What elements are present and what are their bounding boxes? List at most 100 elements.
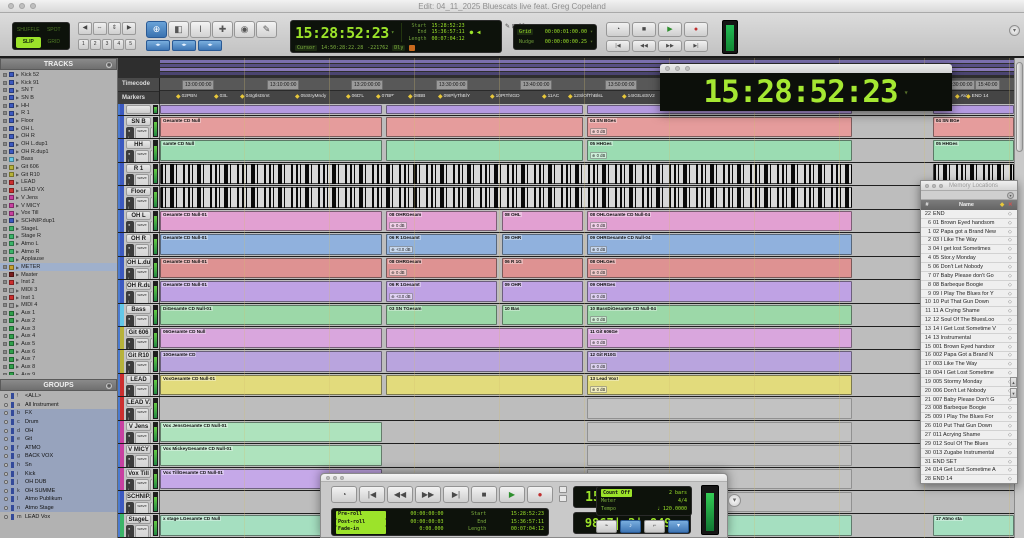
track-name-button[interactable]: R 1 [126, 164, 151, 173]
track-show-icon[interactable] [3, 357, 7, 361]
track-show-icon[interactable] [3, 111, 7, 115]
memory-location-marker-icon[interactable]: ◇ [1008, 441, 1017, 447]
track-show-icon[interactable] [3, 119, 7, 123]
track-name-button[interactable]: OH R [126, 234, 151, 243]
group-enable-icon[interactable] [4, 472, 8, 476]
track-header-OH R.dup1[interactable]: OH R.dup1● I S Mwaveread [118, 280, 160, 302]
marker-diamond-icon[interactable]: ◆ [438, 93, 443, 100]
memory-location-marker-icon[interactable]: ◇ [1008, 229, 1017, 235]
tempo-label[interactable]: Tempo [601, 505, 616, 513]
sidebar-track-midi-3[interactable]: ▶MIDI 3 [0, 286, 117, 294]
transport-titlebar[interactable] [321, 474, 727, 482]
lane-clip-area[interactable]: VoxGesamte CD Null-0113 Lead Vox!⊕ 0 dB1… [160, 374, 1014, 396]
tempo-meter-display[interactable]: Count Off2 bars Meter4/4 Tempo♩ 120.0000 [596, 486, 692, 516]
toolbar-transport-1[interactable]: ■ [632, 22, 656, 37]
marker-diamond-icon[interactable]: ◆ [214, 93, 219, 100]
trim-tool[interactable]: ◧ [168, 21, 189, 38]
link-selection-button[interactable]: ◂▸ [172, 40, 196, 51]
lane-clip-area[interactable]: Vox MickeyGesamte CD Null-01 [160, 444, 1014, 466]
audio-clip[interactable]: 06 R 1Gesamt⊕ +3.0 dB [386, 281, 497, 301]
marker-14igtlstsv2[interactable]: ◆14IGtLstSV2 [622, 93, 655, 100]
automation-read-button[interactable]: read [150, 408, 152, 419]
group-enable-icon[interactable] [4, 480, 8, 484]
zoom-preset-5[interactable]: 5 [125, 39, 136, 50]
marker-diamond-icon[interactable]: ◆ [622, 93, 627, 100]
record-solo-mute-buttons[interactable]: ● I S M [126, 150, 134, 161]
memory-location-row[interactable]: 31END SET◇ [921, 458, 1017, 467]
record-button[interactable]: ● [527, 486, 553, 503]
memory-location-row[interactable]: 203 I Like The Way◇ [921, 237, 1017, 246]
pre-post-roll-display[interactable]: Pre-roll 00:00:00:00 Start 15:28:52:23 P… [331, 508, 549, 536]
memory-location-row[interactable]: 24014 Get Lost Sometime A◇ [921, 466, 1017, 475]
scroll-up-icon[interactable]: ▲ [1010, 377, 1017, 387]
memory-location-marker-icon[interactable]: ◇ [1008, 308, 1017, 314]
audio-clip[interactable]: 06 R 1G [502, 258, 583, 278]
sidebar-track-sn-t[interactable]: ▶SN T [0, 86, 117, 94]
group-enable-icon[interactable] [4, 446, 8, 450]
tab-transient-button[interactable]: ◂▸ [146, 40, 170, 51]
pencil-tool[interactable]: ✎ [256, 21, 277, 38]
main-counter-display[interactable]: 15:28:52:23 ▾ Start 15:28:52:23 End 15:3… [290, 20, 502, 53]
audio-clip[interactable]: 05 HHGes⊕ 0 dB [587, 140, 852, 160]
automation-read-button[interactable]: read [150, 432, 152, 443]
sidebar-track-v-jens[interactable]: ▶V Jens [0, 194, 117, 202]
marker-diamond-icon[interactable]: ◆ [295, 93, 300, 100]
track-show-icon[interactable] [3, 180, 7, 184]
track-show-icon[interactable] [3, 173, 7, 177]
audio-clip[interactable] [160, 105, 382, 114]
group-atmo-publikum[interactable]: lAtmo Publikum [0, 495, 117, 504]
group-enable-icon[interactable] [4, 394, 8, 398]
track-header-OH L.dup1[interactable]: OH L.dup1● I S Mwaveread [118, 257, 160, 279]
memory-location-row[interactable]: 23008 Barbeque Boogie◇ [921, 405, 1017, 414]
track-name-button[interactable]: StageL [126, 515, 151, 524]
play-button[interactable]: ▶ [499, 486, 525, 503]
memory-location-marker-icon[interactable]: ◇ [1008, 335, 1017, 341]
toolbar-transport-3[interactable]: ● [684, 22, 708, 37]
dly-label[interactable]: Dly [392, 45, 405, 51]
record-solo-mute-buttons[interactable]: ● I S M [126, 244, 134, 255]
group-enable-icon[interactable] [4, 420, 8, 424]
sidebar-track-aux-9[interactable]: ▶Aux 9 [0, 371, 117, 375]
track-show-icon[interactable] [3, 127, 7, 131]
record-solo-mute-buttons[interactable]: ● I S M [126, 525, 134, 536]
marker-09iplythbly[interactable]: ◆09IPlyThBlY [438, 93, 470, 100]
track-name-button[interactable] [126, 105, 151, 114]
track-header-HH[interactable]: HH● I S Mwaveread [118, 139, 160, 161]
sidebar-track-floor[interactable]: ▶Floor [0, 117, 117, 125]
groups-panel-header[interactable]: GROUPS ◉ [0, 379, 117, 391]
group--all-[interactable]: !<ALL> [0, 392, 117, 401]
maximize-icon[interactable] [685, 66, 690, 71]
track-show-icon[interactable] [3, 319, 7, 323]
sidebar-track-master[interactable]: ▶Master [0, 271, 117, 279]
group-enable-icon[interactable] [4, 497, 8, 501]
waveform-view-button[interactable]: wave [135, 408, 148, 419]
memory-location-marker-icon[interactable]: ◇ [1008, 299, 1017, 305]
track-show-icon[interactable] [3, 219, 7, 223]
audio-clip[interactable]: 08 OHLGes⊕ 0 dB [587, 258, 852, 278]
audio-clip[interactable]: samte CD Null [160, 140, 382, 160]
group-oh[interactable]: dOH [0, 426, 117, 435]
sidebar-track-aux-7[interactable]: ▶Aux 7 [0, 355, 117, 363]
audio-clip[interactable] [386, 105, 582, 114]
memory-location-marker-icon[interactable]: ◇ [1008, 317, 1017, 323]
track-name-button[interactable]: OH L.dup1 [126, 258, 151, 267]
group-all-instrument[interactable]: aAll Instrument [0, 401, 117, 410]
sidebar-track-aux-2[interactable]: ▶Aux 2 [0, 317, 117, 325]
track-header-LEAD VX[interactable]: LEAD VX● I S Mwaveread [118, 397, 160, 419]
track-header-LEAD[interactable]: LEAD● I S Mwaveread [118, 374, 160, 396]
scrubber-tool[interactable]: ◉ [234, 21, 255, 38]
close-icon[interactable] [326, 476, 330, 480]
waveform-view-button[interactable]: wave [135, 127, 148, 138]
nudge-value[interactable]: 00:00:00:00.25 [539, 39, 587, 45]
track-header-Git R10[interactable]: Git R10● I S Mwaveread [118, 350, 160, 372]
automation-read-button[interactable]: read [150, 244, 152, 255]
sidebar-track-stage-r[interactable]: ▶Stage R [0, 232, 117, 240]
memory-location-row[interactable]: 1111 A Crying Shame◇ [921, 307, 1017, 316]
group-oh-summe[interactable]: kOH SUMME [0, 487, 117, 496]
memory-location-marker-icon[interactable]: ◇ [1008, 291, 1017, 297]
tracks-panel-menu-icon[interactable]: ◉ [105, 61, 113, 69]
big-counter-caret-icon[interactable]: ▾ [904, 88, 909, 97]
track-name-button[interactable]: Git 606 [126, 328, 151, 337]
marker-11ac[interactable]: ◆11AC [542, 93, 559, 100]
track-show-icon[interactable] [3, 257, 7, 261]
